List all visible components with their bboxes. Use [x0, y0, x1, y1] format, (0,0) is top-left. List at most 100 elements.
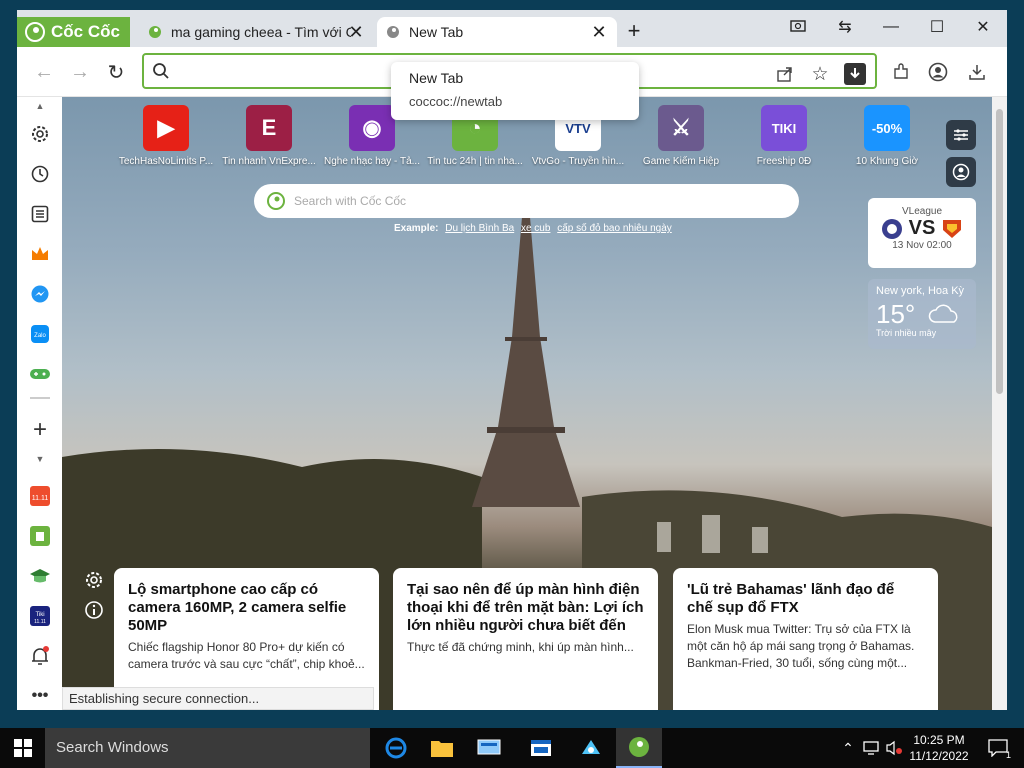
internet-explorer-icon[interactable]: [373, 728, 419, 768]
crown-icon[interactable]: [27, 241, 53, 267]
extensions-icon[interactable]: [890, 61, 912, 83]
example-link[interactable]: xe cub: [521, 223, 550, 234]
browser-window: Cốc Cốc ma gaming cheea - Tìm với Cốc Cố…: [17, 10, 1007, 710]
shortcut-tile[interactable]: E Tin nhanh VnExpre...: [217, 105, 321, 167]
news-settings-gear-icon[interactable]: [83, 569, 105, 591]
bookmark-star-icon[interactable]: ☆: [809, 63, 831, 85]
close-tab-icon[interactable]: ✕: [346, 22, 366, 42]
download-video-icon[interactable]: [844, 63, 866, 85]
customize-sliders-icon[interactable]: [946, 120, 976, 150]
show-hidden-icons-icon[interactable]: ⌃: [838, 738, 858, 758]
education-icon[interactable]: [27, 563, 53, 589]
shortcut-icon: ◉: [349, 105, 395, 151]
page-scrollbar[interactable]: [992, 97, 1007, 710]
brand-label: Cốc Cốc: [51, 22, 120, 41]
system-clock[interactable]: 10:25 PM 11/12/2022: [900, 732, 978, 764]
shortcut-label: Freeship 0Đ: [756, 156, 812, 167]
tab-search-icon[interactable]: [784, 15, 812, 39]
coccoc-taskbar-icon[interactable]: [616, 728, 662, 768]
start-button[interactable]: [0, 728, 45, 768]
tab-title: ma gaming cheea - Tìm với Cốc Cốc: [171, 24, 351, 40]
history-icon[interactable]: [27, 161, 53, 187]
profile-icon[interactable]: [927, 61, 949, 83]
shopee-icon[interactable]: 11.11: [27, 483, 53, 509]
reload-button[interactable]: ↻: [103, 59, 129, 85]
example-link[interactable]: cấp số đỏ bao nhiêu ngày: [557, 223, 672, 234]
league-name: VLeague: [901, 206, 943, 217]
share-icon[interactable]: [774, 63, 796, 85]
server-manager-icon[interactable]: [466, 728, 512, 768]
brand-menu-button[interactable]: Cốc Cốc: [17, 17, 130, 47]
shortcut-icon: TIKI: [761, 105, 807, 151]
shortcut-tile[interactable]: -50% 10 Khung Giờ: [835, 105, 939, 167]
close-tab-icon[interactable]: ✕: [589, 22, 609, 42]
downloads-icon[interactable]: [966, 61, 988, 83]
shopping-bag-icon[interactable]: [27, 523, 53, 549]
zalo-icon[interactable]: Zalo: [27, 321, 53, 347]
tiki-icon[interactable]: Tiki 11.11: [27, 603, 53, 629]
taskbar: Search Windows ⌃ 10:25 PM 11/12/2022 1: [0, 728, 1024, 768]
more-icon[interactable]: •••: [27, 683, 53, 709]
tab-tooltip: New Tab coccoc://newtab: [391, 62, 639, 120]
svg-text:Tiki: Tiki: [35, 612, 44, 618]
network-icon[interactable]: [861, 738, 881, 758]
shortcut-label: Tin nhanh VnExpre...: [222, 156, 316, 167]
sidebar: ▲ Zalo + ▼ 11.11 Tiki 11.11 •••: [17, 97, 62, 710]
add-sidebar-item-icon[interactable]: +: [27, 416, 53, 443]
account-icon[interactable]: [946, 157, 976, 187]
title-bar: Cốc Cốc ma gaming cheea - Tìm với Cốc Cố…: [17, 10, 1007, 47]
search-box[interactable]: Search with Cốc Cốc: [254, 184, 799, 218]
status-bar: Establishing secure connection...: [62, 687, 374, 710]
forward-button[interactable]: →: [67, 59, 93, 85]
restore-tabs-icon[interactable]: ⇆: [831, 15, 859, 39]
network-app-icon[interactable]: [568, 728, 614, 768]
taskbar-search[interactable]: Search Windows: [45, 728, 370, 768]
messenger-icon[interactable]: [27, 281, 53, 307]
weather-widget[interactable]: New york, Hoa Kỳ 15° Trời nhiều mây: [868, 279, 976, 349]
tab-title: New Tab: [409, 24, 464, 40]
minimize-button[interactable]: —: [877, 15, 905, 39]
coccoc-logo-icon: [25, 22, 45, 42]
close-window-button[interactable]: ✕: [969, 15, 997, 39]
shortcut-label: Tin tuc 24h | tin nha...: [427, 156, 523, 167]
away-team-logo-icon: [943, 219, 962, 238]
shortcut-icon: ⚔: [658, 105, 704, 151]
news-headline: 'Lũ trẻ Bahamas' lãnh đạo để chế sụp đổ …: [687, 581, 895, 616]
news-info-icon[interactable]: [83, 599, 105, 621]
tooltip-url: coccoc://newtab: [409, 94, 503, 109]
reading-list-icon[interactable]: [27, 201, 53, 227]
scroll-up-icon[interactable]: ▲: [27, 101, 53, 111]
game-controller-icon[interactable]: [27, 361, 53, 387]
home-team-logo-icon: [881, 218, 902, 239]
shortcut-tile[interactable]: ▶ TechHasNoLimits P...: [114, 105, 218, 167]
notification-bell-icon[interactable]: [27, 643, 53, 669]
action-center-icon[interactable]: 1: [985, 738, 1011, 760]
windows-logo-icon: [13, 739, 32, 757]
shortcut-label: TechHasNoLimits P...: [118, 156, 214, 167]
tab-new-tab[interactable]: New Tab ✕: [377, 17, 617, 47]
clock-time: 10:25 PM: [913, 733, 965, 747]
maximize-button[interactable]: ☐: [923, 15, 951, 39]
news-card[interactable]: 'Lũ trẻ Bahamas' lãnh đạo để chế sụp đổ …: [673, 568, 938, 710]
search-icon: [153, 63, 169, 79]
news-card[interactable]: Tại sao nên để úp màn hình điện thoại kh…: [393, 568, 658, 710]
shortcut-label: 10 Khung Giờ: [855, 156, 919, 167]
file-explorer-icon[interactable]: [419, 728, 465, 768]
svg-text:11.11: 11.11: [34, 619, 46, 625]
scroll-down-icon[interactable]: ▼: [27, 453, 53, 465]
football-match-widget[interactable]: VLeague VS 13 Nov 02:00: [868, 198, 976, 268]
news-headline: Lộ smartphone cao cấp có camera 160MP, 2…: [128, 581, 347, 634]
shortcut-label: VtvGo - Truyền hìn...: [531, 156, 625, 167]
shortcut-tile[interactable]: TIKI Freeship 0Đ: [732, 105, 836, 167]
app-window-icon[interactable]: [518, 728, 564, 768]
settings-gear-icon[interactable]: [27, 121, 53, 147]
example-link[interactable]: Du lịch Bình Ba: [445, 223, 514, 234]
search-examples: Example: Du lịch Bình Ba xe cub cấp số đ…: [394, 223, 676, 234]
new-tab-button[interactable]: +: [623, 20, 645, 43]
sidebar-divider: [30, 397, 50, 399]
back-button[interactable]: ←: [31, 59, 57, 85]
scrollbar-thumb[interactable]: [996, 109, 1003, 394]
shortcut-tile[interactable]: ⚔ Game Kiếm Hiệp: [629, 105, 733, 167]
shortcut-icon: -50%: [864, 105, 910, 151]
tab-search[interactable]: ma gaming cheea - Tìm với Cốc Cốc ✕: [139, 17, 374, 47]
